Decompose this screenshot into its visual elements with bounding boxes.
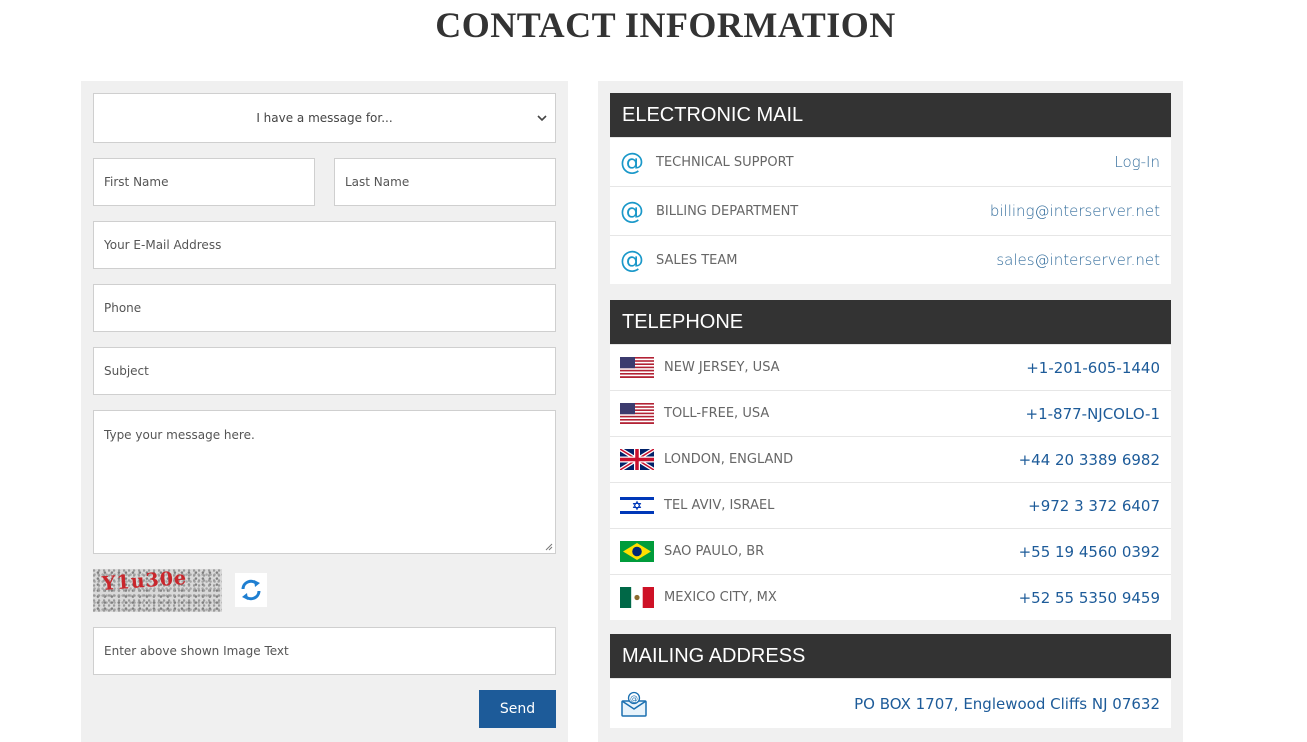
israel-flag-icon [620, 495, 654, 516]
captcha-text: Y1u30e [101, 569, 188, 595]
phone-row-label: NEW JERSEY, USA [664, 360, 780, 375]
mexico-flag-icon [620, 587, 654, 608]
captcha-refresh-button[interactable] [235, 573, 267, 607]
phone-number-link[interactable]: +52 55 5350 9459 [1019, 589, 1160, 607]
message-placeholder: Type your message here. [104, 428, 255, 442]
us-flag-icon [620, 357, 654, 378]
phone-number-link[interactable]: +1-877-NJCOLO-1 [1026, 405, 1161, 423]
chevron-down-icon [537, 115, 547, 122]
resize-grip-icon[interactable] [544, 542, 553, 551]
first-name-placeholder: First Name [104, 175, 169, 189]
email-row: @ SALES TEAM sales@interserver.net [610, 235, 1171, 284]
first-name-field[interactable]: First Name [93, 158, 315, 206]
phone-number-link[interactable]: +1-201-605-1440 [1026, 359, 1160, 377]
phone-row: LONDON, ENGLAND +44 20 3389 6982 [610, 436, 1171, 482]
phone-number-link[interactable]: +55 19 4560 0392 [1019, 543, 1160, 561]
phone-placeholder: Phone [104, 301, 142, 315]
mailing-address-header: MAILING ADDRESS [610, 634, 1171, 678]
phone-row: NEW JERSEY, USA +1-201-605-1440 [610, 344, 1171, 390]
last-name-placeholder: Last Name [345, 175, 410, 189]
email-field[interactable]: Your E-Mail Address [93, 221, 556, 269]
message-textarea[interactable]: Type your message here. [93, 410, 556, 554]
at-icon: @ [620, 246, 644, 274]
phone-row: TEL AVIV, ISRAEL +972 3 372 6407 [610, 482, 1171, 528]
captcha-input[interactable]: Enter above shown Image Text [93, 627, 556, 675]
phone-row: MEXICO CITY, MX +52 55 5350 9459 [610, 574, 1171, 620]
send-button[interactable]: Send [479, 690, 556, 728]
phone-row-label: MEXICO CITY, MX [664, 590, 777, 605]
email-row: @ TECHNICAL SUPPORT Log-In [610, 137, 1171, 186]
contact-info-panel: ELECTRONIC MAIL @ TECHNICAL SUPPORT Log-… [598, 81, 1183, 742]
sales-email-link[interactable]: sales@interserver.net [996, 251, 1160, 269]
telephone-section-header: TELEPHONE [610, 300, 1171, 344]
captcha-input-placeholder: Enter above shown Image Text [104, 644, 289, 658]
captcha-image: Y1u30e [93, 569, 222, 612]
telephone-section: TELEPHONE NEW JERSEY, USA +1-201-605-144… [610, 300, 1171, 620]
svg-text:@: @ [630, 694, 638, 703]
phone-row: TOLL-FREE, USA +1-877-NJCOLO-1 [610, 390, 1171, 436]
at-icon: @ [620, 148, 644, 176]
refresh-icon [241, 579, 261, 601]
billing-email-link[interactable]: billing@interserver.net [990, 202, 1160, 220]
uk-flag-icon [620, 449, 654, 470]
phone-row-label: LONDON, ENGLAND [664, 452, 794, 467]
contact-form: I have a message for... First Name Last … [81, 81, 568, 742]
phone-number-link[interactable]: +44 20 3389 6982 [1019, 451, 1160, 469]
email-row-label: SALES TEAM [656, 252, 738, 268]
email-section-header: ELECTRONIC MAIL [610, 93, 1171, 137]
phone-field[interactable]: Phone [93, 284, 556, 332]
email-row: @ BILLING DEPARTMENT billing@interserver… [610, 186, 1171, 235]
email-row-label: TECHNICAL SUPPORT [656, 154, 794, 170]
last-name-field[interactable]: Last Name [334, 158, 556, 206]
email-placeholder: Your E-Mail Address [104, 238, 222, 252]
phone-row-label: TOLL-FREE, USA [664, 406, 770, 421]
email-row-label: BILLING DEPARTMENT [656, 203, 799, 219]
mailing-address-value: PO BOX 1707, Englewood Cliffs NJ 07632 [854, 694, 1160, 713]
recipient-select[interactable]: I have a message for... [93, 93, 556, 143]
brazil-flag-icon [620, 541, 654, 562]
envelope-icon: @ [620, 690, 656, 718]
subject-field[interactable]: Subject [93, 347, 556, 395]
mailing-address-section: MAILING ADDRESS @ PO BOX 1707, Englewood… [610, 634, 1171, 728]
login-link[interactable]: Log-In [1114, 153, 1160, 171]
us-flag-icon [620, 403, 654, 424]
at-icon: @ [620, 197, 644, 225]
recipient-select-value: I have a message for... [256, 111, 393, 125]
phone-row-label: SAO PAULO, BR [664, 544, 765, 559]
mailing-address-row: @ PO BOX 1707, Englewood Cliffs NJ 07632 [610, 678, 1171, 728]
phone-row: SAO PAULO, BR +55 19 4560 0392 [610, 528, 1171, 574]
phone-row-label: TEL AVIV, ISRAEL [664, 498, 775, 513]
email-section: ELECTRONIC MAIL @ TECHNICAL SUPPORT Log-… [610, 93, 1171, 284]
page-title: CONTACT INFORMATION [435, 5, 896, 45]
phone-number-link[interactable]: +972 3 372 6407 [1028, 497, 1160, 515]
subject-placeholder: Subject [104, 364, 149, 378]
